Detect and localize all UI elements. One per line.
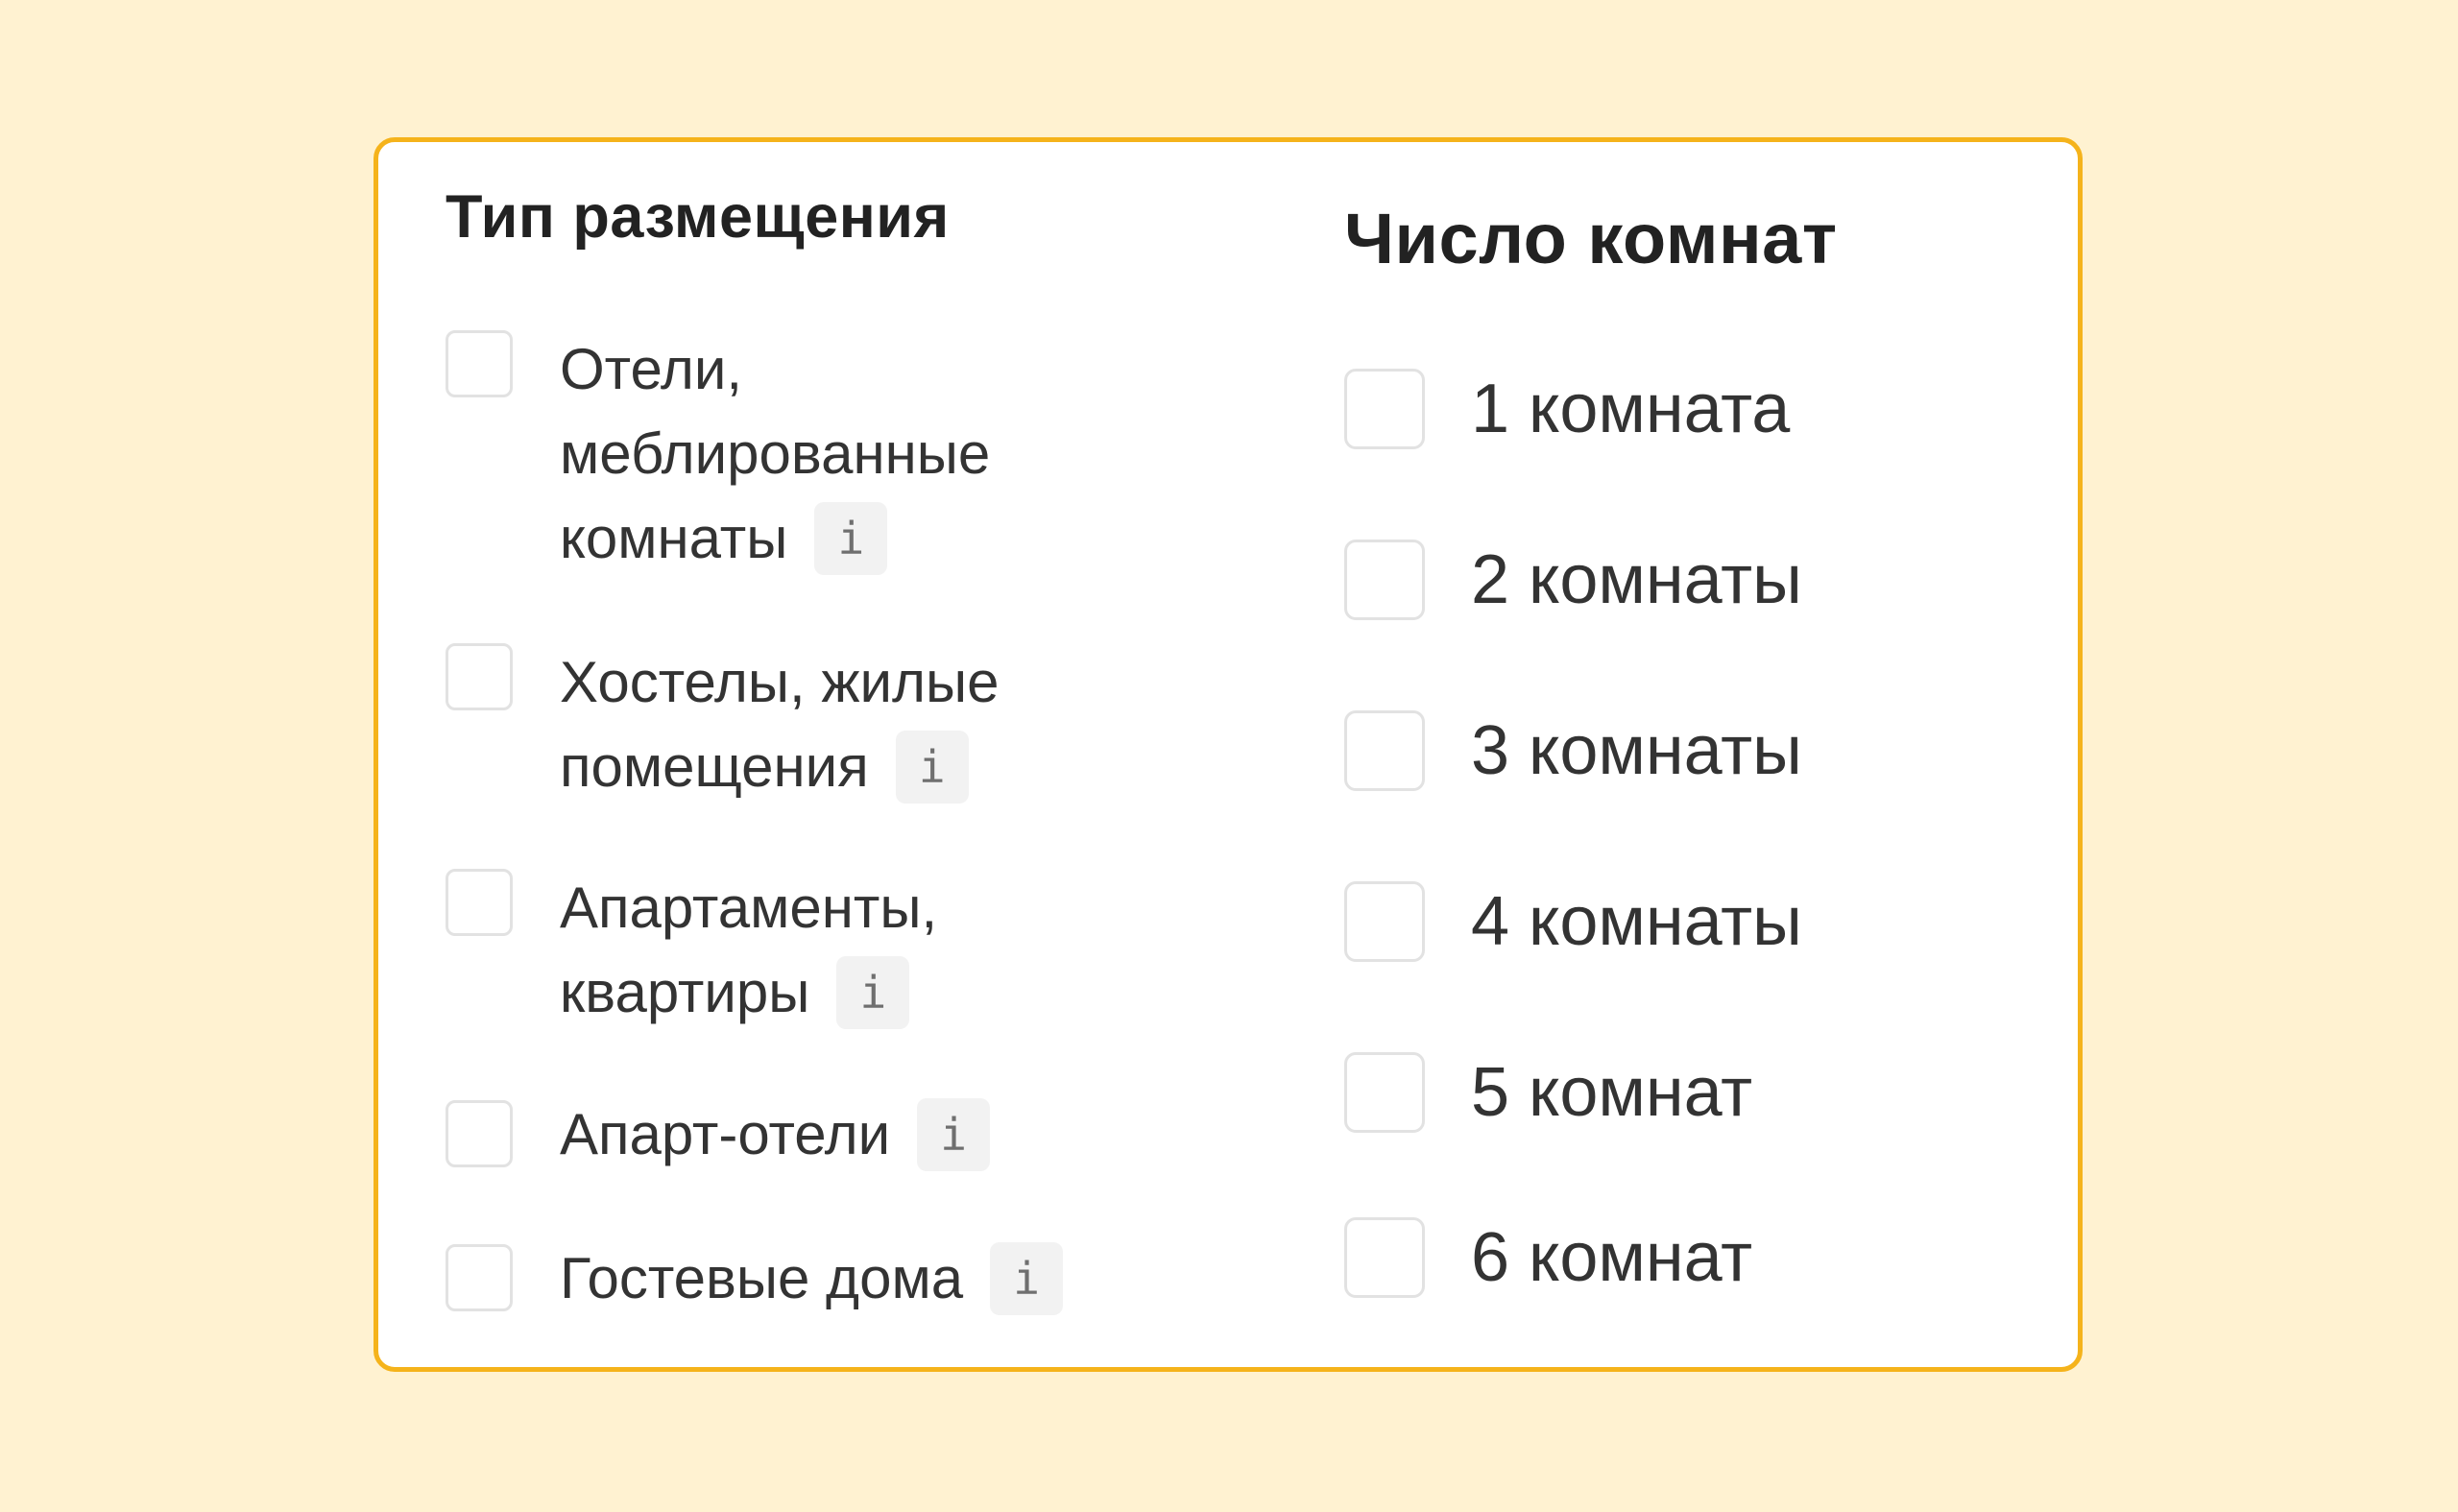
checkbox-2-rooms[interactable]: [1344, 540, 1425, 620]
room-option-label: 5 комнат: [1471, 1054, 1753, 1131]
checkbox-hostels[interactable]: [446, 643, 513, 710]
checkbox-6-rooms[interactable]: [1344, 1217, 1425, 1298]
option-apart-hotels-label: Апарт-отели i: [560, 1092, 991, 1177]
room-option-label: 1 комната: [1471, 371, 1791, 447]
checkbox-apart-hotels[interactable]: [446, 1100, 513, 1167]
option-hotels-label: Отели, меблированные комнаты i: [560, 327, 990, 581]
option-apartments-label: Апартаменты, квартиры i: [560, 866, 937, 1035]
accommodation-type-title: Тип размещения: [446, 183, 950, 251]
info-icon[interactable]: i: [917, 1098, 991, 1172]
option-guest-houses-label: Гостевые дома i: [560, 1236, 1064, 1321]
option-hostels-label: Хостелы, жилые помещения i: [560, 640, 1000, 809]
checkbox-guest-houses[interactable]: [446, 1244, 513, 1311]
room-option-label: 3 комнаты: [1471, 712, 1802, 789]
info-icon[interactable]: i: [814, 502, 888, 576]
checkbox-5-rooms[interactable]: [1344, 1052, 1425, 1133]
room-option-label: 4 комнаты: [1471, 883, 1802, 960]
info-icon[interactable]: i: [895, 731, 969, 804]
checkbox-1-room[interactable]: [1344, 369, 1425, 449]
info-icon[interactable]: i: [990, 1242, 1064, 1316]
rooms-count-title: Число комнат: [1344, 199, 1838, 278]
checkbox-4-rooms[interactable]: [1344, 881, 1425, 962]
info-icon[interactable]: i: [836, 956, 910, 1030]
checkbox-3-rooms[interactable]: [1344, 710, 1425, 791]
filters-card: Тип размещения Отели, меблированные комн…: [374, 137, 2083, 1372]
checkbox-hotels[interactable]: [446, 330, 513, 397]
checkbox-apartments[interactable]: [446, 869, 513, 936]
room-option-label: 2 комнаты: [1471, 541, 1802, 618]
room-option-label: 6 комнат: [1471, 1219, 1753, 1296]
